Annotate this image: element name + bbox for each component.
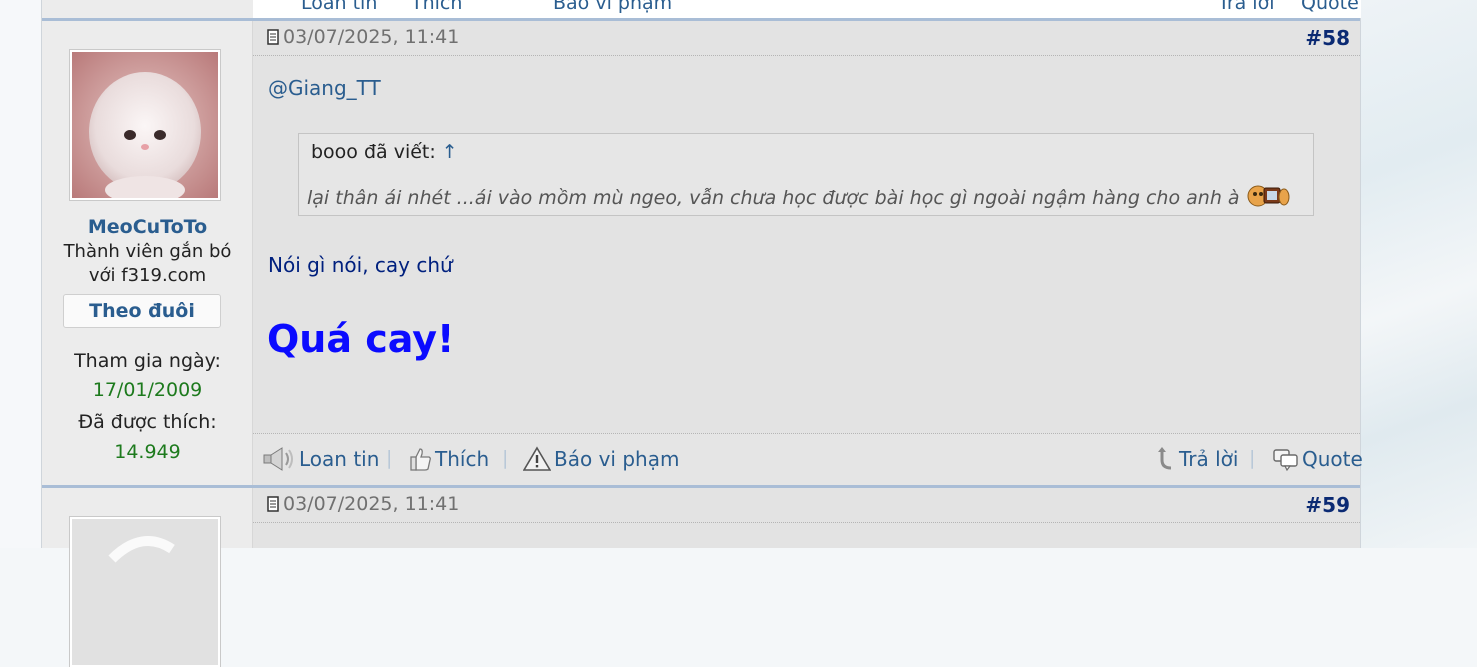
user-title-line-1: Thành viên gắn bó bbox=[63, 241, 232, 262]
follow-button[interactable]: Theo đuôi bbox=[63, 294, 221, 328]
likes-label: Đã được thích: bbox=[78, 411, 217, 433]
quote-author: booo đã viết: bbox=[311, 141, 436, 163]
reply-button[interactable]: Trả lời bbox=[1156, 446, 1238, 472]
megaphone-icon bbox=[263, 447, 293, 471]
username[interactable]: MeoCuToTo bbox=[42, 216, 253, 238]
page-background-decoration bbox=[1361, 0, 1477, 548]
join-date-value: 17/01/2009 bbox=[92, 379, 203, 401]
user-mention-link[interactable]: @Giang_TT bbox=[268, 76, 381, 100]
post-big-text: Quá cay! bbox=[267, 317, 455, 361]
prev-quote-link[interactable]: Quote bbox=[1301, 0, 1359, 14]
join-date-label: Tham gia ngày: bbox=[74, 350, 221, 372]
post-date: 03/07/2025, 11:41 bbox=[267, 26, 459, 48]
post-date: 03/07/2025, 11:41 bbox=[267, 493, 459, 515]
post-58-user-pane: MeoCuToTo Thành viên gắn bó với f319.com… bbox=[42, 21, 253, 485]
post-date-text: 03/07/2025, 11:41 bbox=[283, 26, 460, 48]
reply-icon bbox=[1158, 447, 1172, 470]
quote-text-content: lại thân ái nhét ...ái vào mồm mù ngeo, … bbox=[307, 187, 1240, 209]
post-footer-toolbar: Loan tin | Thích | Báo vi phạm Trả lời |… bbox=[253, 433, 1363, 488]
post-text-line: Nói gì nói, cay chứ bbox=[268, 253, 453, 277]
loan-tin-button[interactable]: Loan tin bbox=[262, 446, 379, 472]
previous-post-toolbar: Loan tin Thích Báo vi phạm Trả lời Quote bbox=[253, 0, 1361, 18]
quote-button[interactable]: Quote bbox=[1273, 446, 1363, 472]
prev-loan-tin-link[interactable]: Loan tin bbox=[301, 0, 377, 14]
like-button[interactable]: Thích bbox=[410, 446, 489, 472]
avatar[interactable] bbox=[70, 517, 220, 667]
document-icon bbox=[267, 29, 279, 45]
quote-text: lại thân ái nhét ...ái vào mồm mù ngeo, … bbox=[307, 182, 1290, 209]
footer-separator: | bbox=[1249, 447, 1256, 469]
post-58-content: 03/07/2025, 11:41 #58 @Giang_TT booo đã … bbox=[253, 21, 1363, 488]
default-avatar-image bbox=[72, 519, 218, 665]
quote-label: Quote bbox=[1302, 447, 1363, 471]
prev-reply-link[interactable]: Trả lời bbox=[1218, 0, 1275, 14]
likes-value: 14.949 bbox=[114, 441, 181, 463]
footer-separator: | bbox=[502, 447, 509, 469]
reply-label: Trả lời bbox=[1179, 447, 1239, 471]
thread-container: Loan tin Thích Báo vi phạm Trả lời Quote bbox=[41, 0, 1363, 667]
post-number-link[interactable]: #59 bbox=[1305, 493, 1350, 517]
prev-like-link[interactable]: Thích bbox=[411, 0, 462, 14]
document-icon bbox=[267, 496, 279, 512]
quote-source-arrow[interactable]: ↑ bbox=[442, 141, 458, 163]
report-abuse-button[interactable]: Báo vi phạm bbox=[522, 446, 680, 472]
post-59-user-pane bbox=[42, 488, 253, 667]
user-title-line-2: với f319.com bbox=[88, 265, 207, 286]
quote-block: booo đã viết: ↑ lại thân ái nhét ...ái và… bbox=[298, 133, 1314, 216]
footer-separator: | bbox=[386, 447, 393, 469]
loan-tin-label: Loan tin bbox=[299, 447, 380, 471]
speech-bubbles-icon bbox=[1273, 449, 1298, 472]
post-date-text: 03/07/2025, 11:41 bbox=[283, 493, 460, 515]
page-left-margin bbox=[0, 0, 41, 548]
quote-header: booo đã viết: ↑ bbox=[311, 141, 458, 163]
like-label: Thích bbox=[435, 447, 490, 471]
thumbs-up-icon bbox=[410, 448, 431, 471]
post-header: 03/07/2025, 11:41 #59 bbox=[253, 488, 1360, 523]
post-number-link[interactable]: #58 bbox=[1305, 26, 1350, 50]
emoticon-icon bbox=[1247, 185, 1290, 207]
post-header: 03/07/2025, 11:41 #58 bbox=[253, 21, 1360, 56]
report-abuse-label: Báo vi phạm bbox=[554, 447, 680, 471]
cat-avatar-image bbox=[72, 52, 218, 198]
warning-icon bbox=[522, 446, 552, 471]
post-59-content: 03/07/2025, 11:41 #59 bbox=[253, 488, 1360, 548]
prev-report-link[interactable]: Báo vi phạm bbox=[553, 0, 672, 14]
avatar[interactable] bbox=[70, 50, 220, 200]
